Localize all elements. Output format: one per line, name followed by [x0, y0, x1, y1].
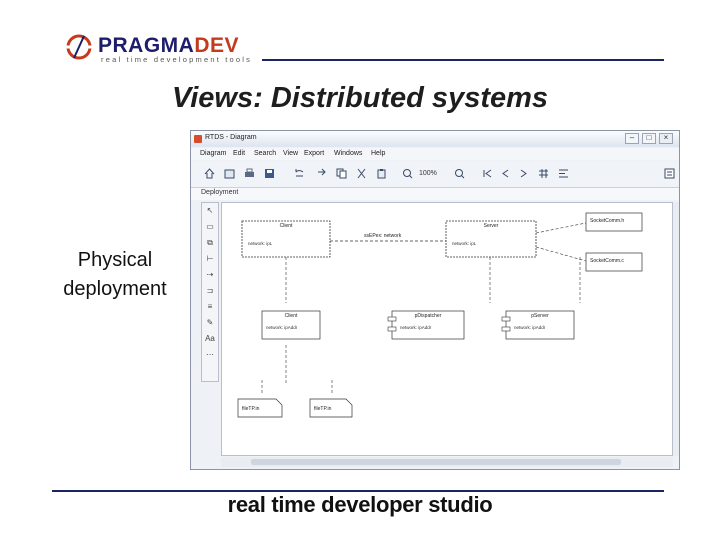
- menu-diagram[interactable]: Diagram: [200, 150, 226, 157]
- next-page-icon[interactable]: [517, 167, 530, 180]
- redo-icon[interactable]: [315, 167, 328, 180]
- socketcomm-h-label: SocketComm.h: [590, 218, 625, 224]
- menu-search[interactable]: Search: [254, 150, 276, 157]
- dispatcher-component-name: pDispatcher: [414, 313, 442, 319]
- text-tool-icon[interactable]: Aa: [203, 333, 217, 345]
- menu-view[interactable]: View: [283, 150, 298, 157]
- horizontal-scroll-thumb[interactable]: [251, 459, 621, 465]
- zoom-in-icon[interactable]: [401, 167, 414, 180]
- first-page-icon[interactable]: [481, 167, 494, 180]
- deployment-diagram: [237, 212, 643, 418]
- rtds-window: RTDS - Diagram – □ × Diagram Edit Search…: [190, 130, 680, 470]
- prev-page-icon[interactable]: [499, 167, 512, 180]
- zoom-out-icon[interactable]: [453, 167, 466, 180]
- caption-line-1: Physical: [77, 249, 153, 271]
- cut-icon[interactable]: [355, 167, 368, 180]
- dispatcher-component-detail: network: ipAddr: [400, 325, 432, 330]
- dependency-tool-icon[interactable]: ⇢: [203, 269, 217, 281]
- logo-mark-icon: [66, 34, 92, 60]
- server-node-detail: network: ipL: [452, 241, 477, 246]
- server-component-detail: network: ipAddr: [514, 325, 546, 330]
- tab-deployment[interactable]: Deployment: [201, 189, 238, 196]
- slide-caption: Physical deployment: [40, 246, 190, 304]
- slide-title: Views: Distributed systems: [171, 82, 549, 114]
- server-node-name: Server: [483, 223, 499, 229]
- align-icon[interactable]: [557, 167, 570, 180]
- home-icon[interactable]: [203, 167, 216, 180]
- component-port: [387, 326, 397, 332]
- client-component-detail: network: ipAddr: [266, 325, 298, 330]
- menu-windows[interactable]: Windows: [334, 150, 362, 157]
- window-icon[interactable]: [223, 167, 236, 180]
- client-component-name: Client: [284, 313, 298, 319]
- logo-word-dev: DEV: [194, 34, 240, 57]
- window-titlebar[interactable]: RTDS - Diagram – □ ×: [191, 131, 679, 147]
- menu-help[interactable]: Help: [371, 150, 385, 157]
- vertical-scrollbar[interactable]: [673, 202, 679, 456]
- footer-tagline: real time developer studio: [227, 492, 493, 517]
- logo-tagline: real time development tools: [101, 55, 253, 64]
- component-port: [501, 326, 511, 332]
- print-icon[interactable]: [243, 167, 256, 180]
- component-tool-icon[interactable]: ⧉: [203, 237, 217, 249]
- undo-icon[interactable]: [293, 167, 306, 180]
- app-icon: [194, 135, 202, 143]
- note-tool-icon[interactable]: ✎: [203, 317, 217, 329]
- zoom-level[interactable]: 100%: [419, 170, 437, 177]
- header-rule: [262, 59, 664, 61]
- file-artifact-2-label: fileTP.in: [314, 406, 332, 412]
- menu-edit[interactable]: Edit: [233, 150, 245, 157]
- panel-toggle-icon[interactable]: [663, 167, 676, 180]
- server-component-name: pServer: [531, 313, 549, 319]
- file-tool-icon[interactable]: ⊐: [203, 285, 217, 297]
- client-node-detail: network: ipL: [248, 241, 273, 246]
- diagram-canvas[interactable]: Client network: ipL Server network: ipL …: [221, 202, 673, 456]
- select-tool-icon[interactable]: ↖: [203, 205, 217, 217]
- minimize-button[interactable]: –: [625, 133, 639, 144]
- file-artifact-1-label: fileTP.in: [242, 406, 260, 412]
- close-button[interactable]: ×: [659, 133, 673, 144]
- network-label: ssEPex: network: [364, 233, 402, 239]
- link-tool-icon[interactable]: ⊢: [203, 253, 217, 265]
- tab-strip: [191, 188, 679, 200]
- socketcomm-c-label: SocketComm.c: [590, 258, 624, 264]
- grid-icon[interactable]: [537, 167, 550, 180]
- save-icon[interactable]: [263, 167, 276, 180]
- window-title: RTDS - Diagram: [205, 134, 257, 141]
- node-tool-icon[interactable]: ▭: [203, 221, 217, 233]
- logo-word-pragma: PRAGMA: [98, 34, 195, 57]
- paste-icon[interactable]: [375, 167, 388, 180]
- attribute-tool-icon[interactable]: ≡: [203, 301, 217, 313]
- socket-dependency: [535, 222, 587, 262]
- client-node-name: Client: [279, 223, 293, 229]
- maximize-button[interactable]: □: [642, 133, 656, 144]
- copy-icon[interactable]: [335, 167, 348, 180]
- menu-export[interactable]: Export: [304, 150, 324, 157]
- caption-line-2: deployment: [63, 278, 167, 300]
- misc-tool-icon[interactable]: ⋯: [203, 349, 217, 361]
